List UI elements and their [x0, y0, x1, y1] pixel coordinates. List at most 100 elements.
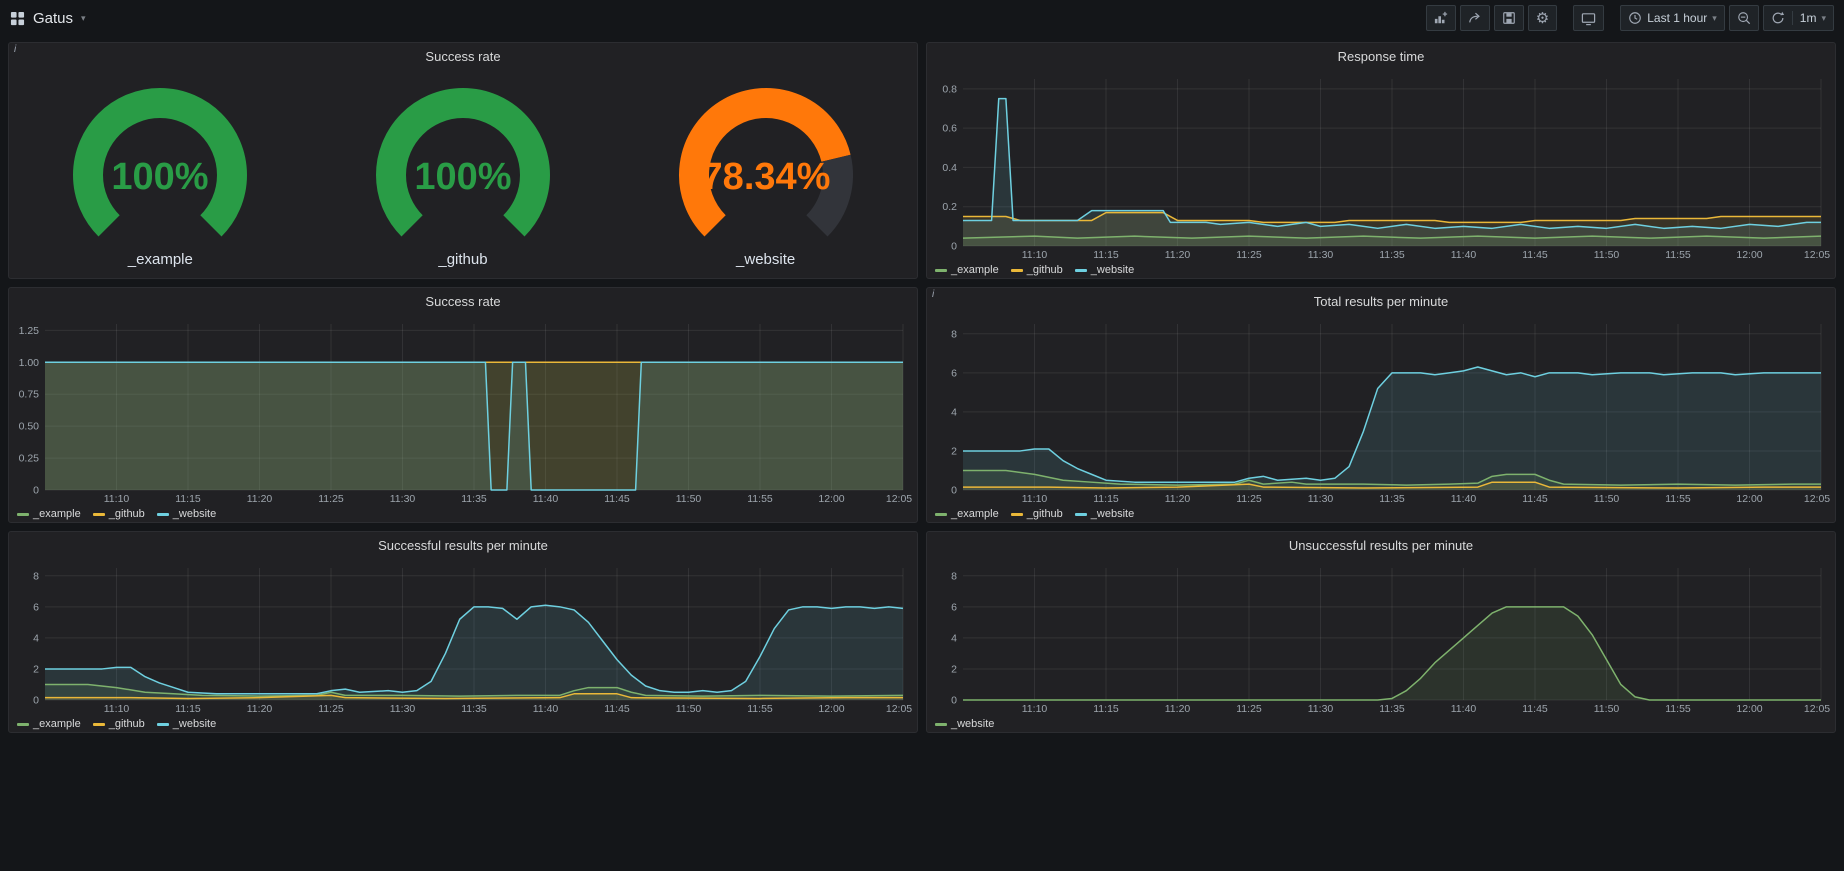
svg-text:11:35: 11:35	[1379, 703, 1405, 715]
svg-text:12:05: 12:05	[886, 703, 912, 715]
svg-text:0.4: 0.4	[942, 162, 957, 174]
svg-text:12:00: 12:00	[818, 493, 844, 505]
legend-swatch	[17, 513, 29, 516]
legend-item-_website[interactable]: _website	[157, 718, 216, 730]
legend-item-_website[interactable]: _website	[157, 508, 216, 520]
panel-title: Response time	[1338, 49, 1425, 64]
svg-text:11:40: 11:40	[1451, 703, 1477, 715]
svg-text:0.6: 0.6	[942, 123, 957, 135]
panel-response-time: Response time 11:1011:1511:2011:2511:301…	[926, 42, 1836, 279]
refresh-interval-label[interactable]: 1m	[1800, 11, 1817, 25]
svg-text:6: 6	[951, 601, 957, 613]
panel-success-rate-graph: Success rate 11:1011:1511:2011:2511:3011…	[8, 287, 918, 523]
svg-text:11:40: 11:40	[1451, 249, 1477, 261]
refresh-button[interactable]: 1m ▾	[1763, 5, 1834, 31]
svg-text:4: 4	[951, 632, 957, 644]
svg-text:6: 6	[951, 367, 957, 379]
zoom-out-button[interactable]	[1729, 5, 1759, 31]
panel-header[interactable]: Success rate	[9, 43, 917, 69]
navbar: Gatus ▾ ⚙	[0, 0, 1844, 36]
chevron-down-icon: ▾	[1712, 14, 1717, 23]
panel-header[interactable]: Total results per minute	[927, 288, 1835, 314]
svg-text:1.00: 1.00	[19, 357, 40, 369]
svg-text:4: 4	[951, 406, 957, 418]
svg-text:11:55: 11:55	[747, 703, 773, 715]
save-button[interactable]	[1494, 5, 1524, 31]
svg-text:0: 0	[951, 695, 957, 707]
svg-text:0: 0	[951, 485, 957, 497]
tv-icon	[1581, 11, 1596, 26]
legend-label: _github	[109, 508, 145, 520]
svg-text:0: 0	[33, 695, 39, 707]
legend-label: _website	[173, 718, 216, 730]
legend-item-_example[interactable]: _example	[17, 508, 81, 520]
svg-text:11:40: 11:40	[533, 493, 559, 505]
svg-text:0: 0	[951, 241, 957, 253]
svg-text:11:50: 11:50	[1594, 493, 1620, 505]
legend-item-_website[interactable]: _website	[1075, 508, 1134, 520]
svg-text:0.2: 0.2	[942, 201, 957, 213]
legend-label: _example	[951, 264, 999, 276]
response-time-chart[interactable]: 11:1011:1511:2011:2511:3011:3511:4011:45…	[927, 69, 1835, 278]
gear-icon: ⚙	[1536, 11, 1549, 26]
unsuccessful-results-chart[interactable]: 11:1011:1511:2011:2511:3011:3511:4011:45…	[927, 558, 1835, 732]
svg-text:11:15: 11:15	[1093, 493, 1119, 505]
panel-header[interactable]: Successful results per minute	[9, 532, 917, 558]
panel-header[interactable]: Unsuccessful results per minute	[927, 532, 1835, 558]
legend-label: _website	[173, 508, 216, 520]
legend-item-_github[interactable]: _github	[1011, 508, 1063, 520]
total-results-chart[interactable]: 11:1011:1511:2011:2511:3011:3511:4011:45…	[927, 314, 1835, 522]
svg-text:11:45: 11:45	[1522, 703, 1548, 715]
panel-header[interactable]: Response time	[927, 43, 1835, 69]
success-rate-gauges: 100%_example100%_github78.34%_website	[9, 69, 917, 278]
legend-swatch	[935, 723, 947, 726]
svg-text:11:30: 11:30	[1308, 249, 1334, 261]
svg-text:11:15: 11:15	[175, 703, 201, 715]
legend-label: _example	[33, 508, 81, 520]
legend-item-_example[interactable]: _example	[935, 264, 999, 276]
chart-legend: _example _github _website	[927, 262, 1835, 278]
legend-swatch	[1011, 513, 1023, 516]
panel-info-icon[interactable]: i	[9, 43, 21, 56]
successful-results-chart[interactable]: 11:1011:1511:2011:2511:3011:3511:4011:45…	[9, 558, 917, 732]
svg-text:11:20: 11:20	[1165, 703, 1191, 715]
panel-info-icon[interactable]: i	[927, 288, 939, 301]
add-panel-button[interactable]	[1426, 5, 1456, 31]
share-button[interactable]	[1460, 5, 1490, 31]
svg-text:11:40: 11:40	[1451, 493, 1477, 505]
legend-swatch	[93, 513, 105, 516]
share-icon	[1468, 11, 1482, 25]
panel-title: Total results per minute	[1314, 294, 1448, 309]
settings-button[interactable]: ⚙	[1528, 5, 1557, 31]
panel-title: Success rate	[425, 49, 500, 64]
svg-text:1.25: 1.25	[19, 325, 40, 337]
panel-title: Unsuccessful results per minute	[1289, 538, 1473, 553]
legend-item-_github[interactable]: _github	[93, 718, 145, 730]
success-rate-chart[interactable]: 11:1011:1511:2011:2511:3011:3511:4011:45…	[9, 314, 917, 522]
dashboard-picker[interactable]: Gatus ▾	[10, 10, 86, 27]
cycle-view-button[interactable]	[1573, 5, 1604, 31]
svg-text:11:25: 11:25	[1236, 249, 1262, 261]
legend-item-_website[interactable]: _website	[935, 718, 994, 730]
legend-item-_example[interactable]: _example	[935, 508, 999, 520]
svg-text:11:45: 11:45	[604, 493, 630, 505]
panel-successful-results: Successful results per minute 11:10 11:15…	[8, 531, 918, 733]
legend-label: _example	[951, 508, 999, 520]
button-divider	[1792, 11, 1793, 25]
panel-header[interactable]: Success rate	[9, 288, 917, 314]
svg-text:11:25: 11:25	[1236, 493, 1262, 505]
time-range-button[interactable]: Last 1 hour ▾	[1620, 5, 1725, 31]
svg-text:11:10: 11:10	[104, 703, 130, 715]
legend-label: _example	[33, 718, 81, 730]
legend-swatch	[17, 723, 29, 726]
legend-item-_github[interactable]: _github	[1011, 264, 1063, 276]
gauge-value: 78.34%	[701, 156, 830, 198]
gauge-value: 100%	[414, 156, 511, 198]
svg-text:11:55: 11:55	[1665, 249, 1691, 261]
legend-item-_github[interactable]: _github	[93, 508, 145, 520]
legend-swatch	[157, 513, 169, 516]
navbar-actions: ⚙ Last 1 hour ▾	[1426, 5, 1834, 31]
legend-label: _website	[951, 718, 994, 730]
legend-item-_website[interactable]: _website	[1075, 264, 1134, 276]
legend-item-_example[interactable]: _example	[17, 718, 81, 730]
